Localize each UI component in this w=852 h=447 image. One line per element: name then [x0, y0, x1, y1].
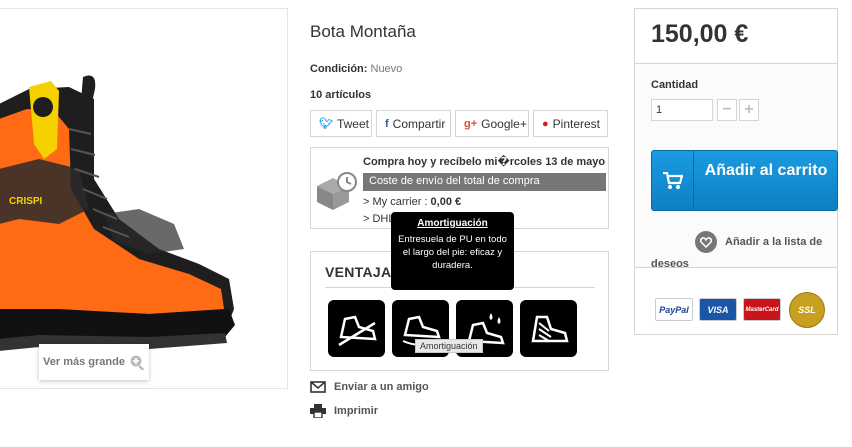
price-area: 150,00 €	[635, 9, 837, 64]
google-plus-button[interactable]: g+ Google+	[455, 110, 529, 137]
shipping-box-clock-icon	[317, 172, 357, 210]
sole-grip-icon[interactable]	[328, 300, 385, 357]
product-condition: Condición: Nuevo	[310, 63, 402, 75]
carrier-price: 0,00 €	[430, 196, 462, 208]
carrier-line: > My carrier : 0,00 €	[363, 196, 461, 208]
send-to-friend-link[interactable]: Enviar a un amigo	[310, 381, 429, 393]
cart-icon	[652, 151, 694, 210]
carrier-name: > My carrier :	[363, 196, 431, 208]
stock-quantity: 10 artículos	[310, 89, 372, 101]
envelope-icon	[310, 381, 326, 393]
product-title: Bota Montaña	[310, 22, 416, 41]
facebook-icon: f	[385, 117, 389, 130]
lacing-icon[interactable]	[520, 300, 577, 357]
zoom-button[interactable]: Ver más grande	[39, 344, 149, 380]
printer-icon	[310, 404, 326, 418]
payment-methods: PayPal VISA MasterCard SSL	[635, 267, 837, 334]
quantity-label: Cantidad	[651, 79, 699, 91]
tweet-label: Tweet	[336, 116, 369, 131]
facebook-share-button[interactable]: f Compartir	[376, 110, 451, 137]
add-to-cart-label: Añadir al carrito	[704, 162, 828, 179]
send-to-friend-label: Enviar a un amigo	[334, 381, 429, 393]
product-price: 150,00 €	[651, 20, 749, 48]
dhl-line: > DHL	[363, 213, 395, 225]
hover-label: Amortiguación	[415, 339, 483, 353]
tooltip-body: Entresuela de PU en todo el largo del pi…	[398, 234, 507, 271]
tweet-button[interactable]: 🐦︎ Tweet	[310, 110, 372, 137]
google-plus-label: Google+	[481, 116, 527, 131]
ssl-seal: SSL	[789, 292, 825, 328]
pinterest-icon: ●	[542, 117, 549, 130]
zoom-label: Ver más grande	[43, 356, 125, 368]
facebook-label: Compartir	[392, 116, 446, 131]
twitter-icon: 🐦︎	[319, 118, 333, 130]
paypal-logo: PayPal	[655, 298, 693, 321]
zoom-in-icon	[130, 355, 145, 370]
add-to-cart-button[interactable]: Añadir al carrito	[651, 150, 838, 211]
buy-box: 150,00 € Cantidad − + Añadir al carrito …	[634, 8, 838, 335]
heart-icon	[695, 231, 717, 254]
quantity-input[interactable]	[651, 99, 713, 121]
advantages-title: VENTAJAS	[325, 264, 402, 280]
delivery-title: Compra hoy y recíbelo mi�rcoles 13 de ma…	[363, 156, 606, 168]
condition-value: Nuevo	[370, 63, 403, 75]
quantity-increase-button[interactable]: +	[739, 99, 759, 121]
delivery-cost-bar: Coste de envío del total de compra	[363, 173, 606, 191]
pinterest-label: Pinterest	[552, 116, 601, 131]
condition-label: Condición:	[310, 63, 368, 75]
print-link[interactable]: Imprimir	[310, 404, 378, 418]
visa-logo: VISA	[699, 298, 737, 321]
tooltip-title: Amortiguación	[417, 218, 488, 229]
wishlist-label: Añadir a la lista de deseos	[651, 236, 823, 271]
product-boot-image[interactable]: CRISPI	[0, 9, 288, 389]
pinterest-button[interactable]: ● Pinterest	[533, 110, 608, 137]
svg-text:CRISPI: CRISPI	[9, 196, 43, 207]
mastercard-logo: MasterCard	[743, 298, 781, 321]
social-share-bar: 🐦︎ Tweet f Compartir g+ Google+ ● Pinter…	[310, 110, 608, 137]
feature-tooltip: Amortiguación Entresuela de PU en todo e…	[391, 212, 514, 290]
product-image-panel: CRISPI Ver más grande	[0, 8, 288, 389]
print-label: Imprimir	[334, 405, 379, 417]
google-plus-icon: g+	[464, 117, 478, 130]
quantity-decrease-button[interactable]: −	[717, 99, 737, 121]
